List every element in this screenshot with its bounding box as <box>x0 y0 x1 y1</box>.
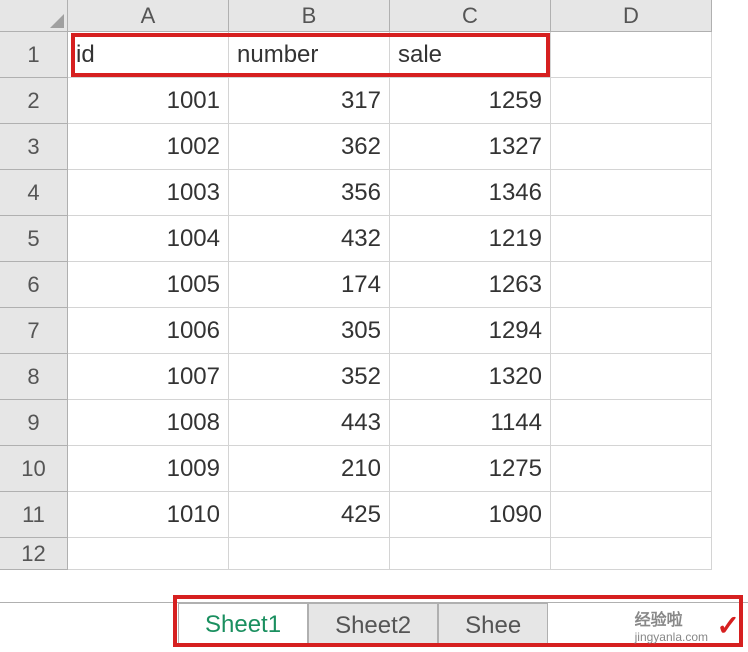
checkmark-annotation: ✓ <box>717 609 740 642</box>
cell-b8[interactable]: 352 <box>229 354 390 400</box>
cell-d1[interactable] <box>551 32 712 78</box>
cell-d2[interactable] <box>551 78 712 124</box>
row-header-7[interactable]: 7 <box>0 308 68 354</box>
table-row: 5 1004 432 1219 <box>0 216 748 262</box>
column-header-c[interactable]: C <box>390 0 551 32</box>
cell-b7[interactable]: 305 <box>229 308 390 354</box>
cell-a1[interactable]: id <box>68 32 229 78</box>
row-header-6[interactable]: 6 <box>0 262 68 308</box>
table-row: 1 id number sale <box>0 32 748 78</box>
cell-d4[interactable] <box>551 170 712 216</box>
row-header-11[interactable]: 11 <box>0 492 68 538</box>
cell-b2[interactable]: 317 <box>229 78 390 124</box>
cell-c10[interactable]: 1275 <box>390 446 551 492</box>
row-header-3[interactable]: 3 <box>0 124 68 170</box>
cell-b11[interactable]: 425 <box>229 492 390 538</box>
table-row: 12 <box>0 538 748 570</box>
cell-a8[interactable]: 1007 <box>68 354 229 400</box>
table-row: 7 1006 305 1294 <box>0 308 748 354</box>
select-all-corner[interactable] <box>0 0 68 32</box>
cell-b1[interactable]: number <box>229 32 390 78</box>
tab-sheet1[interactable]: Sheet1 <box>178 603 308 647</box>
cell-a3[interactable]: 1002 <box>68 124 229 170</box>
cell-c2[interactable]: 1259 <box>390 78 551 124</box>
cell-c12[interactable] <box>390 538 551 570</box>
cell-d8[interactable] <box>551 354 712 400</box>
table-row: 2 1001 317 1259 <box>0 78 748 124</box>
table-row: 4 1003 356 1346 <box>0 170 748 216</box>
cell-a7[interactable]: 1006 <box>68 308 229 354</box>
spreadsheet-grid: A B C D 1 id number sale 2 1001 317 1259… <box>0 0 748 570</box>
cell-d7[interactable] <box>551 308 712 354</box>
row-header-9[interactable]: 9 <box>0 400 68 446</box>
cell-c5[interactable]: 1219 <box>390 216 551 262</box>
cell-c4[interactable]: 1346 <box>390 170 551 216</box>
cell-a11[interactable]: 1010 <box>68 492 229 538</box>
cell-b3[interactable]: 362 <box>229 124 390 170</box>
cell-d6[interactable] <box>551 262 712 308</box>
tab-sheet2[interactable]: Sheet2 <box>308 603 438 647</box>
cell-c11[interactable]: 1090 <box>390 492 551 538</box>
cell-d12[interactable] <box>551 538 712 570</box>
cell-a12[interactable] <box>68 538 229 570</box>
table-row: 6 1005 174 1263 <box>0 262 748 308</box>
cell-c7[interactable]: 1294 <box>390 308 551 354</box>
cell-b10[interactable]: 210 <box>229 446 390 492</box>
row-header-5[interactable]: 5 <box>0 216 68 262</box>
row-header-4[interactable]: 4 <box>0 170 68 216</box>
cell-d3[interactable] <box>551 124 712 170</box>
cell-b5[interactable]: 432 <box>229 216 390 262</box>
row-header-10[interactable]: 10 <box>0 446 68 492</box>
cell-c3[interactable]: 1327 <box>390 124 551 170</box>
cell-a9[interactable]: 1008 <box>68 400 229 446</box>
column-header-d[interactable]: D <box>551 0 712 32</box>
cell-a4[interactable]: 1003 <box>68 170 229 216</box>
table-row: 9 1008 443 1144 <box>0 400 748 446</box>
row-header-12[interactable]: 12 <box>0 538 68 570</box>
cell-c9[interactable]: 1144 <box>390 400 551 446</box>
cell-b4[interactable]: 356 <box>229 170 390 216</box>
table-row: 10 1009 210 1275 <box>0 446 748 492</box>
cell-b6[interactable]: 174 <box>229 262 390 308</box>
cell-a2[interactable]: 1001 <box>68 78 229 124</box>
cell-b12[interactable] <box>229 538 390 570</box>
sheet-tabs: Sheet1 Sheet2 Shee <box>178 603 548 647</box>
row-header-2[interactable]: 2 <box>0 78 68 124</box>
watermark-bottom: jingyanla.com <box>635 630 708 644</box>
cell-a6[interactable]: 1005 <box>68 262 229 308</box>
cell-c1[interactable]: sale <box>390 32 551 78</box>
cell-d5[interactable] <box>551 216 712 262</box>
watermark: 经验啦 jingyanla.com <box>635 606 708 644</box>
column-header-b[interactable]: B <box>229 0 390 32</box>
cell-c6[interactable]: 1263 <box>390 262 551 308</box>
column-header-a[interactable]: A <box>68 0 229 32</box>
cell-a10[interactable]: 1009 <box>68 446 229 492</box>
cell-a5[interactable]: 1004 <box>68 216 229 262</box>
cell-d9[interactable] <box>551 400 712 446</box>
cell-c8[interactable]: 1320 <box>390 354 551 400</box>
cell-b9[interactable]: 443 <box>229 400 390 446</box>
cell-d11[interactable] <box>551 492 712 538</box>
table-row: 8 1007 352 1320 <box>0 354 748 400</box>
column-header-row: A B C D <box>0 0 748 32</box>
cell-d10[interactable] <box>551 446 712 492</box>
row-header-8[interactable]: 8 <box>0 354 68 400</box>
watermark-top: 经验啦 <box>635 606 708 630</box>
row-header-1[interactable]: 1 <box>0 32 68 78</box>
tab-sheet3[interactable]: Shee <box>438 603 548 647</box>
table-row: 3 1002 362 1327 <box>0 124 748 170</box>
table-row: 11 1010 425 1090 <box>0 492 748 538</box>
